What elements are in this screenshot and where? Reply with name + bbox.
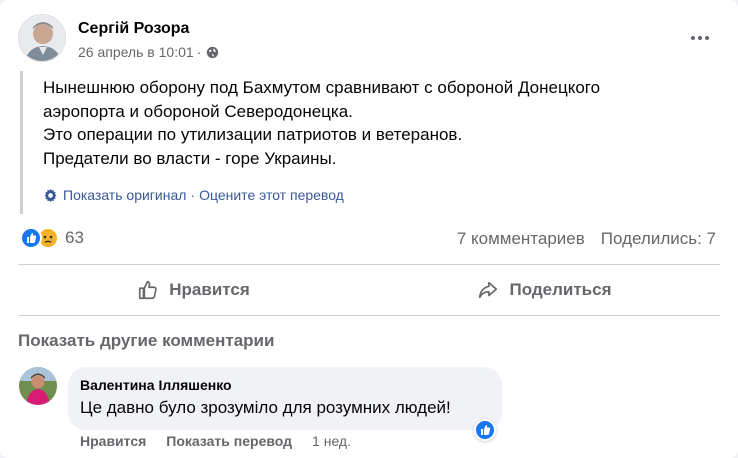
shares-count[interactable]: Поделились: 7 bbox=[601, 229, 716, 249]
comment-actions: Нравится Показать перевод 1 нед. bbox=[80, 433, 351, 449]
comment-like-link[interactable]: Нравится bbox=[80, 433, 146, 449]
meta-separator: · bbox=[196, 44, 202, 60]
comments-count[interactable]: 7 комментариев bbox=[457, 229, 585, 249]
reactions-summary[interactable]: 63 bbox=[20, 227, 84, 249]
post-text-line: аэропорта и обороной Северодонецка. bbox=[43, 101, 353, 121]
globe-icon bbox=[207, 46, 219, 58]
translation-bar: Показать оригинал · Оцените этот перевод bbox=[43, 187, 344, 203]
more-options-icon[interactable] bbox=[682, 24, 718, 52]
like-button[interactable]: Нравится bbox=[18, 267, 369, 313]
post-text-line: Это операции по утилизации патриотов и в… bbox=[43, 125, 463, 144]
post-text-line: Нынешнюю оборону под Бахмутом сравнивают… bbox=[43, 78, 601, 97]
comment-bubble: Валентина Ілляшенко Це давно було зрозум… bbox=[68, 367, 502, 430]
gear-icon[interactable] bbox=[43, 188, 58, 203]
post-actions: Нравится Поделиться bbox=[18, 267, 720, 313]
share-button[interactable]: Поделиться bbox=[369, 267, 720, 313]
show-original-link[interactable]: Показать оригинал bbox=[63, 187, 186, 203]
share-arrow-icon bbox=[479, 281, 498, 299]
author-name[interactable]: Сергій Розора bbox=[78, 20, 189, 38]
post-card: Сергій Розора 26 апрель в 10:01 · Нынешн… bbox=[0, 0, 738, 458]
like-reaction-icon bbox=[20, 227, 42, 249]
comment-like-reaction-icon[interactable] bbox=[474, 419, 496, 441]
dot-separator: · bbox=[190, 187, 196, 203]
post-stats: 63 7 комментариев Поделились: 7 bbox=[18, 225, 718, 253]
author-avatar[interactable] bbox=[18, 14, 66, 62]
post-text: Нынешнюю оборону под Бахмутом сравнивают… bbox=[43, 71, 720, 170]
post-body: Нынешнюю оборону под Бахмутом сравнивают… bbox=[20, 71, 720, 214]
commenter-avatar[interactable] bbox=[19, 367, 57, 405]
stats-right: 7 комментариев Поделились: 7 bbox=[457, 229, 716, 249]
comment-time[interactable]: 1 нед. bbox=[312, 433, 351, 449]
like-button-label: Нравится bbox=[169, 280, 250, 299]
post-meta: 26 апрель в 10:01 · bbox=[78, 44, 219, 60]
divider bbox=[18, 264, 720, 265]
reaction-count: 63 bbox=[65, 228, 84, 247]
post-text-line: Предатели во власти - горе Украины. bbox=[43, 148, 337, 168]
divider bbox=[18, 315, 720, 316]
rate-translation-link[interactable]: Оцените этот перевод bbox=[199, 187, 344, 203]
comment-translate-link[interactable]: Показать перевод bbox=[166, 433, 292, 449]
thumbs-up-icon bbox=[139, 280, 157, 300]
post-header: Сергій Розора 26 апрель в 10:01 · bbox=[18, 14, 718, 64]
show-more-comments-link[interactable]: Показать другие комментарии bbox=[18, 331, 274, 351]
share-button-label: Поделиться bbox=[509, 280, 612, 299]
comment-author[interactable]: Валентина Ілляшенко bbox=[80, 377, 490, 393]
post-date[interactable]: 26 апрель в 10:01 bbox=[78, 44, 194, 60]
comment-text: Це давно було зрозуміло для розумних люд… bbox=[80, 398, 451, 417]
